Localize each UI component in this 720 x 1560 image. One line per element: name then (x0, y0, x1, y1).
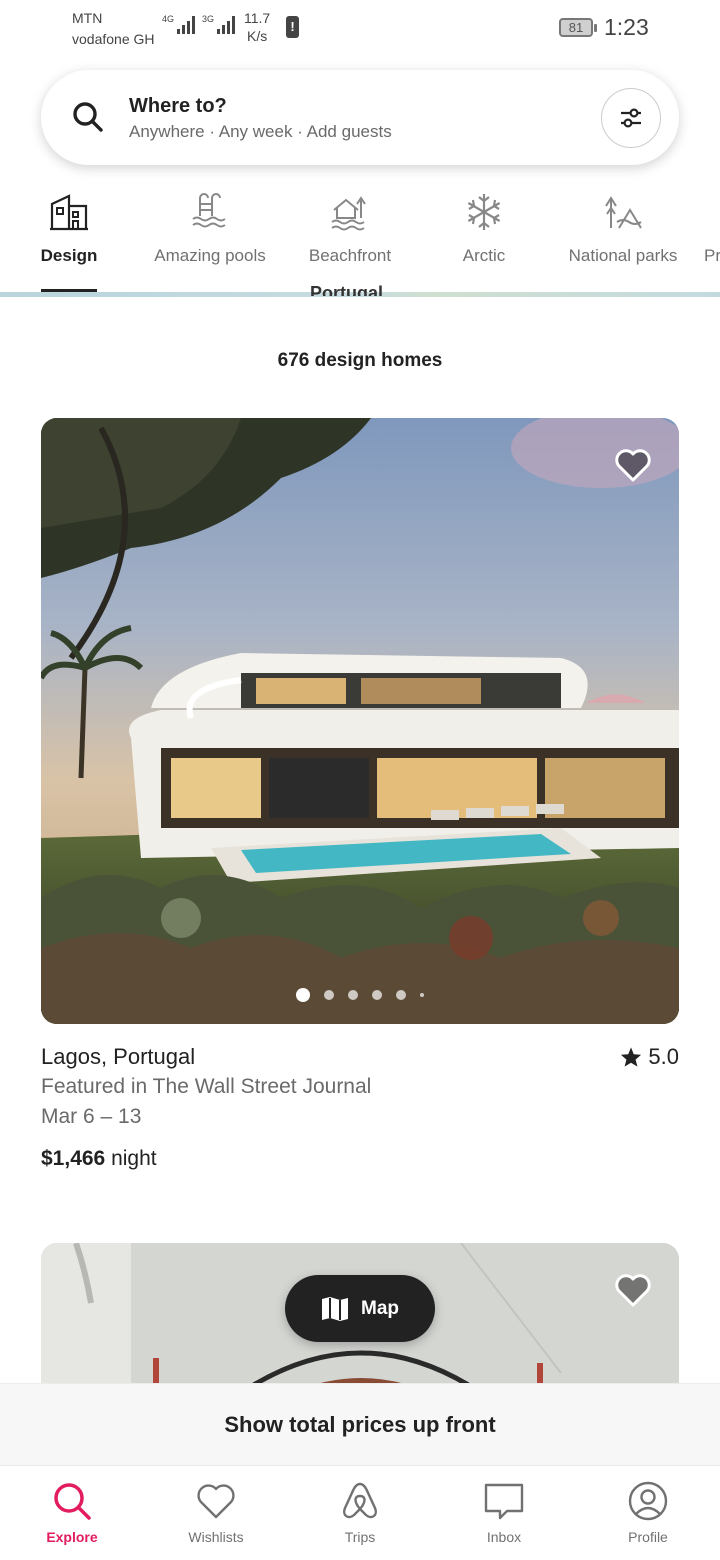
speed-value: 11.7 (244, 10, 271, 26)
listing-rating: 5.0 (620, 1044, 679, 1070)
results-count: 676 design homes (277, 350, 443, 371)
category-label: Beachfront (308, 246, 392, 265)
search-title: Where to? (129, 95, 227, 117)
listing-dates: Mar 6 – 13 (41, 1105, 142, 1128)
heart-icon (197, 1484, 235, 1519)
nav-label: Trips (344, 1529, 376, 1545)
nav-label: Inbox (486, 1529, 522, 1545)
mountain-trees-icon (605, 196, 642, 229)
star-icon (621, 1047, 642, 1067)
filter-sliders-icon (621, 108, 641, 128)
listing-location[interactable]: Lagos, Portugal (41, 1044, 195, 1070)
beach-house-icon (331, 196, 366, 231)
carrier-mtn: MTN (72, 10, 103, 26)
pagination-dot (372, 990, 382, 1000)
category-beachfront[interactable]: Beachfront (300, 180, 400, 294)
category-bar: Design Amazing pools Beachfront Arctic N… (0, 180, 720, 294)
nav-inbox[interactable]: Inbox (432, 1466, 576, 1560)
category-label: Pr (704, 246, 720, 265)
category-label: National parks (568, 246, 678, 265)
category-label: Design (40, 246, 98, 265)
pagination-dot (420, 993, 424, 997)
map-peek-label: Portugal (310, 283, 384, 296)
total-prices-banner[interactable]: Show total prices up front (0, 1383, 720, 1465)
profile-icon (628, 1481, 668, 1521)
listing-photo[interactable] (41, 418, 679, 1024)
map-button-label: Map (361, 1297, 399, 1319)
battery-icon: 81 (559, 18, 597, 37)
category-arctic[interactable]: Arctic (444, 180, 524, 294)
filters-button[interactable] (601, 88, 661, 148)
total-prices-label: Show total prices up front (224, 1411, 496, 1437)
search-icon (54, 1483, 91, 1520)
nav-label: Profile (628, 1529, 668, 1545)
pagination-dot (396, 990, 406, 1000)
listing-price: $1,466 night (41, 1147, 157, 1171)
pool-icon (192, 193, 226, 228)
speed-unit: K/s (246, 28, 268, 44)
carrier-vodafone: vodafone GH (72, 31, 155, 47)
nav-label: Explore (46, 1529, 98, 1545)
signal-4g-icon: 4G (162, 14, 195, 34)
design-building-icon (50, 194, 88, 231)
category-design[interactable]: Design (28, 180, 110, 294)
signal-3g-icon: 3G (202, 14, 235, 34)
nav-explore[interactable]: Explore (0, 1466, 144, 1560)
pagination-dot-active (296, 988, 310, 1002)
category-partial-icon (704, 192, 720, 232)
status-bar: MTN vodafone GH 4G 3G 11.7 K/s ! 81 1:23 (0, 0, 720, 56)
network-speed: 11.7 K/s (244, 9, 270, 45)
listing-featured: Featured in The Wall Street Journal (41, 1075, 372, 1098)
category-national-parks[interactable]: National parks (562, 180, 684, 294)
map-icon (322, 1296, 348, 1321)
search-bar[interactable]: Where to? Anywhere · Any week · Add gues… (41, 70, 679, 165)
network-type-3g: 3G (202, 14, 215, 24)
nav-profile[interactable]: Profile (576, 1466, 720, 1560)
category-partial[interactable]: Pr (704, 180, 720, 294)
nav-wishlists[interactable]: Wishlists (144, 1466, 288, 1560)
message-icon (484, 1483, 524, 1520)
search-icon (73, 102, 103, 132)
wishlist-heart-icon-2[interactable] (613, 1270, 653, 1310)
rating-value: 5.0 (648, 1044, 679, 1069)
pagination-dot (324, 990, 334, 1000)
status-time: 1:23 (604, 14, 649, 40)
airbnb-logo-icon (343, 1482, 377, 1519)
pagination-dot (348, 990, 358, 1000)
price-unit: night (111, 1147, 157, 1170)
bottom-nav: Explore Wishlists Trips Inbox Profile (0, 1465, 720, 1560)
network-type-4g: 4G (162, 14, 175, 24)
category-amazing-pools[interactable]: Amazing pools (146, 180, 274, 294)
photo-pagination-dots (41, 988, 679, 1002)
listing-image (41, 418, 679, 1024)
map-button[interactable]: Map (285, 1275, 435, 1342)
category-label: Arctic (462, 246, 506, 265)
nav-trips[interactable]: Trips (288, 1466, 432, 1560)
battery-level: 81 (568, 20, 584, 35)
search-subtitle: Anywhere · Any week · Add guests (129, 122, 392, 141)
alert-icon: ! (286, 16, 299, 38)
carrier-info: MTN vodafone GH (72, 8, 155, 50)
wishlist-heart-icon[interactable] (613, 445, 653, 485)
snowflake-icon (467, 194, 501, 230)
price-amount: $1,466 (41, 1147, 106, 1170)
category-label: Amazing pools (154, 246, 266, 265)
nav-label: Wishlists (188, 1529, 244, 1545)
